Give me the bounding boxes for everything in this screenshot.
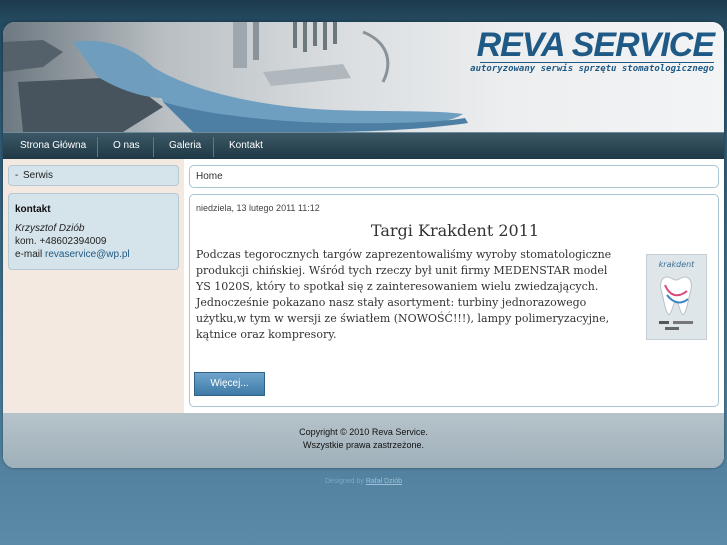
nav-divider (213, 137, 214, 157)
contact-heading: kontakt (15, 204, 51, 215)
main-nav: Strona Główna O nas Galeria Kontakt (3, 132, 724, 159)
nav-item-contact[interactable]: Kontakt (229, 133, 263, 160)
breadcrumb-home-link[interactable]: Home (196, 171, 223, 182)
contact-email-row: e-mail revaservice@wp.pl (15, 249, 130, 260)
email-label: e-mail (15, 249, 43, 260)
sidebar: - Serwis kontakt Krzysztof Dziób kom. +4… (3, 159, 184, 413)
read-more-button[interactable]: Więcej... (194, 372, 265, 396)
phone-value: +48602394009 (39, 236, 107, 247)
email-link[interactable]: revaservice@wp.pl (45, 249, 130, 260)
sidebar-menu-serwis[interactable]: - Serwis (8, 165, 179, 186)
footer-rights: Wszystkie prawa zastrzeżone. (302, 440, 425, 450)
image-caption: krakdent (658, 260, 695, 269)
contact-name: Krzysztof Dziób (15, 223, 85, 234)
page-container: REVA SERVICE autoryzowany serwis sprzętu… (3, 22, 724, 468)
article-title[interactable]: Targi Krakdent 2011 (190, 221, 720, 240)
logo-subtitle: autoryzowany serwis sprzętu stomatologic… (470, 64, 714, 74)
sidebar-item-label: Serwis (23, 170, 54, 181)
nav-item-about[interactable]: O nas (113, 133, 140, 160)
logo-title: REVA SERVICE (476, 26, 715, 64)
footer: Copyright © 2010 Reva Service. Wszystkie… (3, 413, 724, 468)
contact-panel: kontakt Krzysztof Dziób kom. +4860239400… (8, 193, 179, 270)
dental-chair-image (3, 22, 468, 132)
phone-label: kom. (15, 236, 37, 247)
nav-divider (153, 137, 154, 157)
main-content: Home niedziela, 13 lutego 2011 11:12 Tar… (184, 159, 724, 413)
nav-item-home[interactable]: Strona Główna (20, 133, 86, 160)
designer-link[interactable]: Rafał Dziób (366, 478, 402, 485)
nav-item-gallery[interactable]: Galeria (169, 133, 201, 160)
article-body: Podczas tegorocznych targów zaprezentowa… (196, 248, 612, 341)
article-panel: niedziela, 13 lutego 2011 11:12 Targi Kr… (189, 194, 719, 407)
logo-divider (480, 62, 714, 63)
krakdent-image[interactable]: krakdent (646, 254, 707, 340)
footer-copyright: Copyright © 2010 Reva Service. (299, 427, 428, 437)
header-banner: REVA SERVICE autoryzowany serwis sprzętu… (3, 22, 724, 132)
article-date: niedziela, 13 lutego 2011 11:12 (196, 203, 320, 213)
nav-divider (97, 137, 98, 157)
breadcrumb: Home (189, 165, 719, 188)
bullet-icon: - (15, 170, 19, 181)
contact-phone-row: kom. +48602394009 (15, 236, 106, 247)
designed-by-label: Designed by (324, 478, 364, 485)
designer-credit: Designed by Rafał Dziób (0, 478, 727, 485)
